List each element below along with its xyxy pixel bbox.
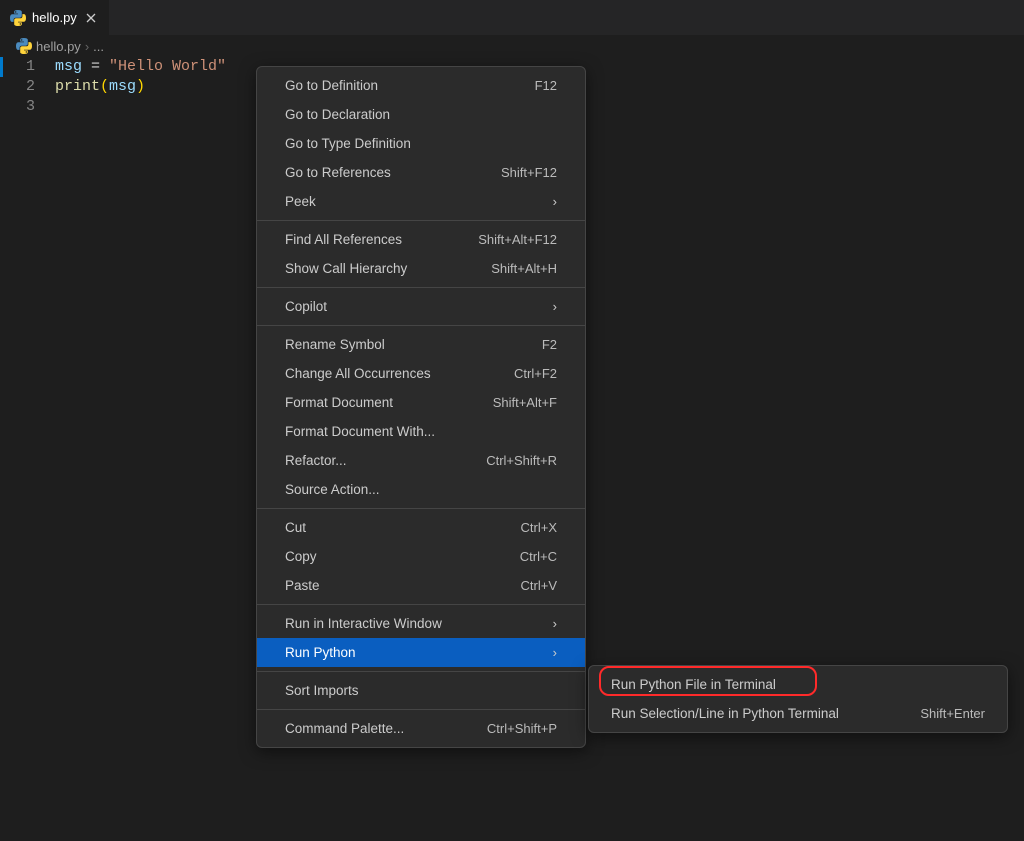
close-icon[interactable]: [83, 10, 99, 26]
menu-find-all-references[interactable]: Find All ReferencesShift+Alt+F12: [257, 225, 585, 254]
menu-separator: [257, 709, 585, 710]
menu-cut[interactable]: CutCtrl+X: [257, 513, 585, 542]
menu-source-action[interactable]: Source Action...: [257, 475, 585, 504]
run-python-submenu: Run Python File in Terminal Run Selectio…: [588, 665, 1008, 733]
breadcrumb-file: hello.py: [36, 39, 81, 54]
menu-copilot[interactable]: Copilot›: [257, 292, 585, 321]
context-menu: Go to DefinitionF12 Go to Declaration Go…: [256, 66, 586, 748]
chevron-right-icon: ›: [85, 39, 89, 54]
menu-change-all-occurrences[interactable]: Change All OccurrencesCtrl+F2: [257, 359, 585, 388]
submenu-run-file-in-terminal[interactable]: Run Python File in Terminal: [589, 670, 1007, 699]
submenu-run-selection-in-terminal[interactable]: Run Selection/Line in Python TerminalShi…: [589, 699, 1007, 728]
line-gutter: 1 2 3: [0, 57, 55, 117]
line-number: 2: [0, 77, 35, 97]
menu-go-to-declaration[interactable]: Go to Declaration: [257, 100, 585, 129]
python-icon: [16, 38, 32, 54]
menu-refactor[interactable]: Refactor...Ctrl+Shift+R: [257, 446, 585, 475]
menu-command-palette[interactable]: Command Palette...Ctrl+Shift+P: [257, 714, 585, 743]
tab-filename: hello.py: [32, 10, 77, 25]
menu-copy[interactable]: CopyCtrl+C: [257, 542, 585, 571]
breadcrumb-ellipsis: ...: [93, 39, 104, 54]
menu-peek[interactable]: Peek›: [257, 187, 585, 216]
chevron-right-icon: ›: [553, 299, 557, 314]
file-tab[interactable]: hello.py: [0, 0, 110, 35]
menu-separator: [257, 325, 585, 326]
breadcrumb[interactable]: hello.py › ...: [0, 35, 1024, 57]
active-line-indicator: [0, 57, 3, 77]
line-number: 1: [0, 57, 35, 77]
menu-go-to-type-definition[interactable]: Go to Type Definition: [257, 129, 585, 158]
python-icon: [10, 10, 26, 26]
menu-go-to-definition[interactable]: Go to DefinitionF12: [257, 71, 585, 100]
menu-run-in-interactive-window[interactable]: Run in Interactive Window›: [257, 609, 585, 638]
menu-rename-symbol[interactable]: Rename SymbolF2: [257, 330, 585, 359]
menu-separator: [257, 508, 585, 509]
menu-separator: [257, 604, 585, 605]
line-number: 3: [0, 97, 35, 117]
menu-show-call-hierarchy[interactable]: Show Call HierarchyShift+Alt+H: [257, 254, 585, 283]
menu-separator: [257, 287, 585, 288]
menu-format-document-with[interactable]: Format Document With...: [257, 417, 585, 446]
menu-format-document[interactable]: Format DocumentShift+Alt+F: [257, 388, 585, 417]
chevron-right-icon: ›: [553, 616, 557, 631]
menu-sort-imports[interactable]: Sort Imports: [257, 676, 585, 705]
menu-go-to-references[interactable]: Go to ReferencesShift+F12: [257, 158, 585, 187]
menu-separator: [257, 220, 585, 221]
chevron-right-icon: ›: [553, 194, 557, 209]
menu-paste[interactable]: PasteCtrl+V: [257, 571, 585, 600]
chevron-right-icon: ›: [553, 645, 557, 660]
menu-separator: [257, 671, 585, 672]
tab-bar: hello.py: [0, 0, 1024, 35]
menu-run-python[interactable]: Run Python›: [257, 638, 585, 667]
